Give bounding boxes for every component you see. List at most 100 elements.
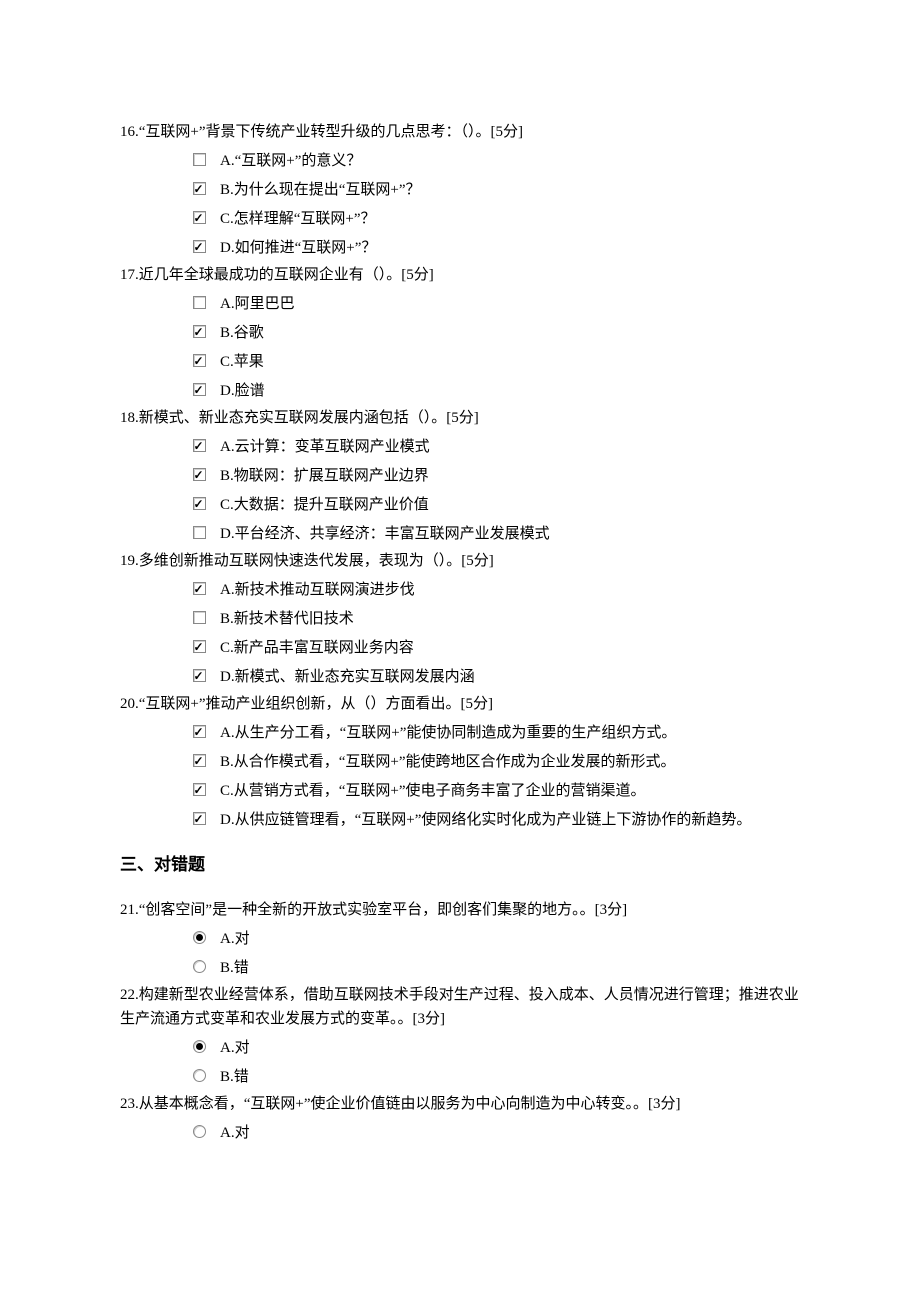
checkbox-icon[interactable] (193, 153, 206, 166)
radio[interactable] (190, 1124, 208, 1138)
option-row: B.物联网：扩展互联网产业边界 (190, 461, 800, 487)
checkbox-icon[interactable] (193, 812, 206, 825)
radio[interactable] (190, 1068, 208, 1082)
checkbox[interactable] (190, 181, 208, 195)
question-text: 16.“互联网+”背景下传统产业转型升级的几点思考：（）。[5分] (120, 120, 800, 144)
radio-icon[interactable] (193, 931, 206, 944)
checkbox-icon[interactable] (193, 240, 206, 253)
checkbox[interactable] (190, 382, 208, 396)
checkbox-icon[interactable] (193, 383, 206, 396)
radio[interactable] (190, 1039, 208, 1053)
checkbox[interactable] (190, 210, 208, 224)
option-row: C.从营销方式看，“互联网+”使电子商务丰富了企业的营销渠道。 (190, 776, 800, 802)
checkbox[interactable] (190, 668, 208, 682)
option-label: C.大数据：提升互联网产业价值 (220, 493, 429, 517)
checkbox-icon[interactable] (193, 182, 206, 195)
radio-icon[interactable] (193, 1069, 206, 1082)
checkbox[interactable] (190, 152, 208, 166)
option-label: D.从供应链管理看，“互联网+”使网络化实时化成为产业链上下游协作的新趋势。 (220, 808, 751, 832)
checkbox[interactable] (190, 811, 208, 825)
option-row: A.新技术推动互联网演进步伐 (190, 575, 800, 601)
checkbox-icon[interactable] (193, 611, 206, 624)
question-text: 22.构建新型农业经营体系，借助互联网技术手段对生产过程、投入成本、人员情况进行… (120, 983, 800, 1031)
option-row: D.从供应链管理看，“互联网+”使网络化实时化成为产业链上下游协作的新趋势。 (190, 805, 800, 831)
option-row: B.错 (190, 1062, 800, 1088)
checkbox-icon[interactable] (193, 725, 206, 738)
checkbox-icon[interactable] (193, 582, 206, 595)
options: A.从生产分工看，“互联网+”能使协同制造成为重要的生产组织方式。B.从合作模式… (120, 718, 800, 831)
option-label: B.错 (220, 1065, 249, 1089)
question-text: 17.近几年全球最成功的互联网企业有（）。[5分] (120, 263, 800, 287)
option-label: A.对 (220, 927, 250, 951)
option-row: D.如何推进“互联网+”？ (190, 233, 800, 259)
option-label: D.脸谱 (220, 379, 265, 403)
checkbox[interactable] (190, 782, 208, 796)
radio-icon[interactable] (193, 960, 206, 973)
option-row: B.从合作模式看，“互联网+”能使跨地区合作成为企业发展的新形式。 (190, 747, 800, 773)
option-row: A.云计算：变革互联网产业模式 (190, 432, 800, 458)
checkbox-icon[interactable] (193, 783, 206, 796)
question-list: 16.“互联网+”背景下传统产业转型升级的几点思考：（）。[5分]A.“互联网+… (120, 120, 800, 1144)
option-row: C.怎样理解“互联网+”？ (190, 204, 800, 230)
checkbox[interactable] (190, 639, 208, 653)
options: A.对B.错 (120, 1033, 800, 1088)
checkbox-icon[interactable] (193, 468, 206, 481)
question-19: 19.多维创新推动互联网快速迭代发展，表现为（）。[5分]A.新技术推动互联网演… (120, 549, 800, 688)
option-label: B.从合作模式看，“互联网+”能使跨地区合作成为企业发展的新形式。 (220, 750, 676, 774)
checkbox[interactable] (190, 496, 208, 510)
option-label: A.新技术推动互联网演进步伐 (220, 578, 415, 602)
option-label: D.新模式、新业态充实互联网发展内涵 (220, 665, 475, 689)
checkbox[interactable] (190, 467, 208, 481)
options: A.云计算：变革互联网产业模式B.物联网：扩展互联网产业边界 C.大数据：提升互联… (120, 432, 800, 545)
question-text: 18.新模式、新业态充实互联网发展内涵包括（）。[5分] (120, 406, 800, 430)
option-label: B.新技术替代旧技术 (220, 607, 354, 631)
checkbox[interactable] (190, 525, 208, 539)
checkbox-icon[interactable] (193, 640, 206, 653)
checkbox-icon[interactable] (193, 439, 206, 452)
checkbox-icon[interactable] (193, 354, 206, 367)
checkbox-icon[interactable] (193, 296, 206, 309)
checkbox[interactable] (190, 324, 208, 338)
section-heading: 三、对错题 (120, 851, 800, 878)
option-row: A.对 (190, 924, 800, 950)
checkbox[interactable] (190, 753, 208, 767)
radio[interactable] (190, 930, 208, 944)
checkbox[interactable] (190, 239, 208, 253)
option-label: A.“互联网+”的意义？ (220, 149, 361, 173)
question-22: 22.构建新型农业经营体系，借助互联网技术手段对生产过程、投入成本、人员情况进行… (120, 983, 800, 1088)
option-row: C.大数据：提升互联网产业价值 (190, 490, 800, 516)
option-row: C.新产品丰富互联网业务内容 (190, 633, 800, 659)
question-text: 19.多维创新推动互联网快速迭代发展，表现为（）。[5分] (120, 549, 800, 573)
option-row: B.谷歌 (190, 318, 800, 344)
checkbox[interactable] (190, 581, 208, 595)
checkbox[interactable] (190, 610, 208, 624)
options: A.对B.错 (120, 924, 800, 979)
radio-icon[interactable] (193, 1125, 206, 1138)
checkbox-icon[interactable] (193, 669, 206, 682)
question-23: 23.从基本概念看，“互联网+”使企业价值链由以服务为中心向制造为中心转变。。[… (120, 1092, 800, 1144)
option-label: C.从营销方式看，“互联网+”使电子商务丰富了企业的营销渠道。 (220, 779, 646, 803)
question-16: 16.“互联网+”背景下传统产业转型升级的几点思考：（）。[5分]A.“互联网+… (120, 120, 800, 259)
option-row: C.苹果 (190, 347, 800, 373)
radio-icon[interactable] (193, 1040, 206, 1053)
checkbox-icon[interactable] (193, 497, 206, 510)
radio[interactable] (190, 959, 208, 973)
option-label: A.阿里巴巴 (220, 292, 295, 316)
checkbox-icon[interactable] (193, 526, 206, 539)
checkbox[interactable] (190, 353, 208, 367)
options: A.新技术推动互联网演进步伐 B.新技术替代旧技术 C.新产品丰富互联网业务内容 D.… (120, 575, 800, 688)
question-17: 17.近几年全球最成功的互联网企业有（）。[5分] A.阿里巴巴B.谷歌 C.苹果 D… (120, 263, 800, 402)
question-20: 20.“互联网+”推动产业组织创新，从（）方面看出。[5分]A.从生产分工看，“… (120, 692, 800, 831)
checkbox-icon[interactable] (193, 754, 206, 767)
options: A.“互联网+”的意义？ B.为什么现在提出“互联网+”？C.怎样理解“互联网+”… (120, 146, 800, 259)
checkbox-icon[interactable] (193, 211, 206, 224)
option-label: A.云计算：变革互联网产业模式 (220, 435, 430, 459)
checkbox[interactable] (190, 438, 208, 452)
option-label: C.新产品丰富互联网业务内容 (220, 636, 414, 660)
checkbox-icon[interactable] (193, 325, 206, 338)
question-text: 20.“互联网+”推动产业组织创新，从（）方面看出。[5分] (120, 692, 800, 716)
checkbox[interactable] (190, 295, 208, 309)
checkbox[interactable] (190, 724, 208, 738)
option-row: D.新模式、新业态充实互联网发展内涵 (190, 662, 800, 688)
option-label: B.为什么现在提出“互联网+”？ (220, 178, 421, 202)
